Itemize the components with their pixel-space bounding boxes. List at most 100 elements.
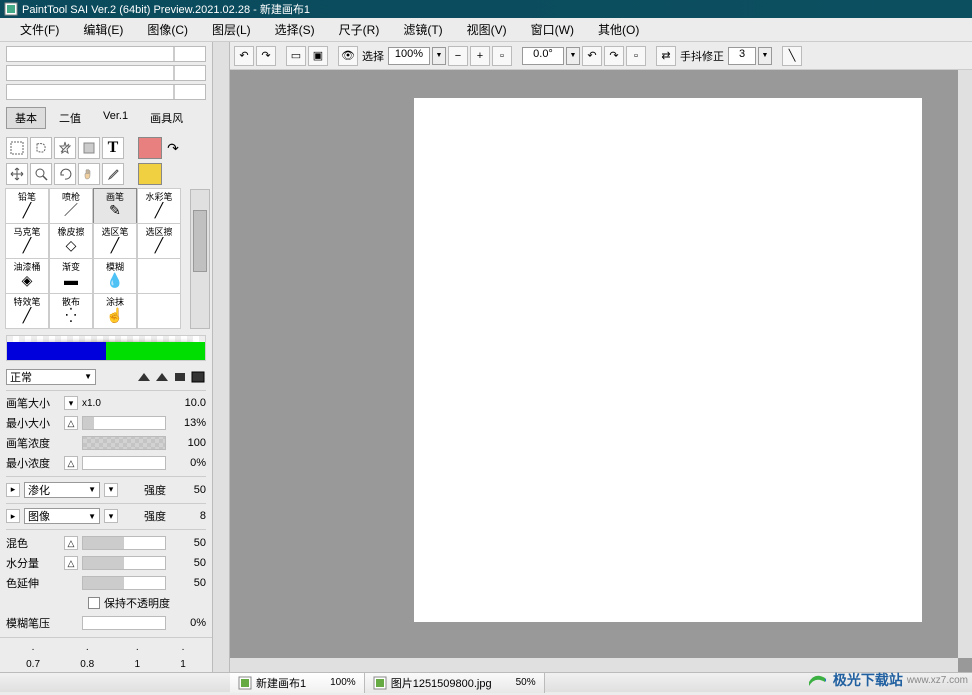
water-icon[interactable]: △ bbox=[64, 556, 78, 570]
texture-opt[interactable]: ▾ bbox=[104, 509, 118, 523]
tool-gradient[interactable]: 渐变▬ bbox=[49, 258, 93, 294]
tab-paint[interactable]: 画具风 bbox=[141, 107, 192, 129]
doc-tab-2[interactable]: 图片1251509800.jpg 50% bbox=[365, 673, 545, 693]
redo-button[interactable]: ↷ bbox=[256, 46, 276, 66]
canvas-viewport[interactable] bbox=[230, 70, 972, 672]
tool-blur[interactable]: 模糊💧 bbox=[93, 258, 137, 294]
blend-value[interactable]: 50 bbox=[170, 537, 206, 549]
zoom-tool[interactable] bbox=[30, 163, 52, 185]
deselect-button[interactable]: ▭ bbox=[286, 46, 306, 66]
panel-scrollbar[interactable] bbox=[212, 42, 230, 672]
stabilizer-input[interactable]: 3 bbox=[728, 47, 756, 65]
tool-pencil[interactable]: 铅笔╱ bbox=[5, 188, 49, 224]
eyedropper-tool[interactable] bbox=[102, 163, 124, 185]
blend-icon[interactable]: △ bbox=[64, 536, 78, 550]
background-color[interactable] bbox=[138, 163, 162, 185]
tab-binary[interactable]: 二值 bbox=[50, 107, 90, 129]
tool-select-pen[interactable]: 选区笔╱ bbox=[93, 223, 137, 259]
texture-expand[interactable]: ▸ bbox=[6, 509, 20, 523]
size-preset-1[interactable]: ·0.8 bbox=[80, 644, 94, 670]
wand-tool[interactable] bbox=[54, 137, 76, 159]
min-density-value[interactable]: 0% bbox=[170, 457, 206, 469]
canvas[interactable] bbox=[414, 98, 922, 622]
zoom-dd[interactable]: ▼ bbox=[432, 47, 446, 65]
blend-slider[interactable] bbox=[82, 536, 166, 550]
brush-shape-3[interactable] bbox=[172, 370, 188, 384]
tool-scrollbar[interactable] bbox=[190, 189, 210, 329]
brush-shape-2[interactable] bbox=[154, 370, 170, 384]
rotate-ccw-button[interactable]: ↶ bbox=[582, 46, 602, 66]
menu-image[interactable]: 图像(C) bbox=[135, 19, 200, 40]
extend-value[interactable]: 50 bbox=[170, 577, 206, 589]
brush-shape-1[interactable] bbox=[136, 370, 152, 384]
shape-tool[interactable] bbox=[78, 137, 100, 159]
lasso-tool[interactable] bbox=[30, 137, 52, 159]
undo-button[interactable]: ↶ bbox=[234, 46, 254, 66]
blur-pressure-value[interactable]: 0% bbox=[170, 617, 206, 629]
foreground-color[interactable] bbox=[138, 137, 162, 159]
tool-marker[interactable]: 马克笔╱ bbox=[5, 223, 49, 259]
tool-empty-1[interactable] bbox=[137, 258, 181, 294]
hand-tool[interactable] bbox=[78, 163, 100, 185]
water-value[interactable]: 50 bbox=[170, 557, 206, 569]
density-value[interactable]: 100 bbox=[170, 437, 206, 449]
density-slider[interactable] bbox=[82, 436, 166, 450]
menu-view[interactable]: 视图(V) bbox=[455, 19, 519, 40]
menu-file[interactable]: 文件(F) bbox=[8, 19, 71, 40]
extend-slider[interactable] bbox=[82, 576, 166, 590]
tool-empty-2[interactable] bbox=[137, 293, 181, 329]
nav-slider-1[interactable] bbox=[6, 46, 206, 62]
blend-mode-dropdown[interactable]: 正常▼ bbox=[6, 369, 96, 385]
tool-eraser[interactable]: 橡皮擦◇ bbox=[49, 223, 93, 259]
water-slider[interactable] bbox=[82, 556, 166, 570]
move-tool[interactable] bbox=[6, 163, 28, 185]
brush-size-value[interactable]: 10.0 bbox=[170, 397, 206, 409]
tool-bucket[interactable]: 油漆桶◈ bbox=[5, 258, 49, 294]
rotate-cw-button[interactable]: ↷ bbox=[604, 46, 624, 66]
keep-opacity-checkbox[interactable] bbox=[88, 597, 100, 609]
min-size-value[interactable]: 13% bbox=[170, 417, 206, 429]
text-tool[interactable]: T bbox=[102, 137, 124, 159]
spread-strength[interactable]: 50 bbox=[170, 484, 206, 496]
rotate-tool[interactable] bbox=[54, 163, 76, 185]
eye-icon[interactable]: 👁 bbox=[338, 46, 358, 66]
size-preset-3[interactable]: ·1 bbox=[180, 644, 186, 670]
spread-expand[interactable]: ▸ bbox=[6, 483, 20, 497]
tool-effect[interactable]: 特效笔╱ bbox=[5, 293, 49, 329]
line-tool-button[interactable]: ╲ bbox=[782, 46, 802, 66]
rotate-reset-button[interactable]: ▫ bbox=[626, 46, 646, 66]
rect-select-tool[interactable] bbox=[6, 137, 28, 159]
tool-brush[interactable]: 画笔✎ bbox=[93, 188, 137, 224]
tool-airbrush[interactable]: 喷枪／ bbox=[49, 188, 93, 224]
size-preset-2[interactable]: ·1 bbox=[134, 644, 140, 670]
spread-dropdown[interactable]: 渗化▼ bbox=[24, 482, 100, 498]
angle-dd[interactable]: ▼ bbox=[566, 47, 580, 65]
zoom-out-button[interactable]: − bbox=[448, 46, 468, 66]
min-size-icon[interactable]: △ bbox=[64, 416, 78, 430]
brush-shape-4[interactable] bbox=[190, 370, 206, 384]
zoom-fit-button[interactable]: ▫ bbox=[492, 46, 512, 66]
swap-colors-icon[interactable]: ↷ bbox=[164, 140, 182, 157]
tab-ver1[interactable]: Ver.1 bbox=[94, 107, 137, 129]
stabilizer-dd[interactable]: ▼ bbox=[758, 47, 772, 65]
menu-edit[interactable]: 编辑(E) bbox=[71, 19, 135, 40]
nav-slider-3[interactable] bbox=[6, 84, 206, 100]
texture-dropdown[interactable]: 图像▼ bbox=[24, 508, 100, 524]
min-size-slider[interactable] bbox=[82, 416, 166, 430]
doc-tab-1[interactable]: 新建画布1 100% bbox=[230, 673, 365, 693]
size-preset-0[interactable]: ·0.7 bbox=[26, 644, 40, 670]
canvas-scroll-vertical[interactable] bbox=[958, 70, 972, 658]
texture-strength[interactable]: 8 bbox=[170, 510, 206, 522]
size-dd[interactable]: ▾ bbox=[64, 396, 78, 410]
angle-input[interactable]: 0.0° bbox=[522, 47, 564, 65]
tool-select-erase[interactable]: 选区擦╱ bbox=[137, 223, 181, 259]
flip-button[interactable]: ⇄ bbox=[656, 46, 676, 66]
menu-window[interactable]: 窗口(W) bbox=[519, 19, 586, 40]
tool-watercolor[interactable]: 水彩笔╱ bbox=[137, 188, 181, 224]
menu-layer[interactable]: 图层(L) bbox=[200, 19, 263, 40]
invert-select-button[interactable]: ▣ bbox=[308, 46, 328, 66]
min-density-icon[interactable]: △ bbox=[64, 456, 78, 470]
spread-opt[interactable]: ▾ bbox=[104, 483, 118, 497]
menu-other[interactable]: 其他(O) bbox=[586, 19, 651, 40]
menu-select[interactable]: 选择(S) bbox=[263, 19, 327, 40]
